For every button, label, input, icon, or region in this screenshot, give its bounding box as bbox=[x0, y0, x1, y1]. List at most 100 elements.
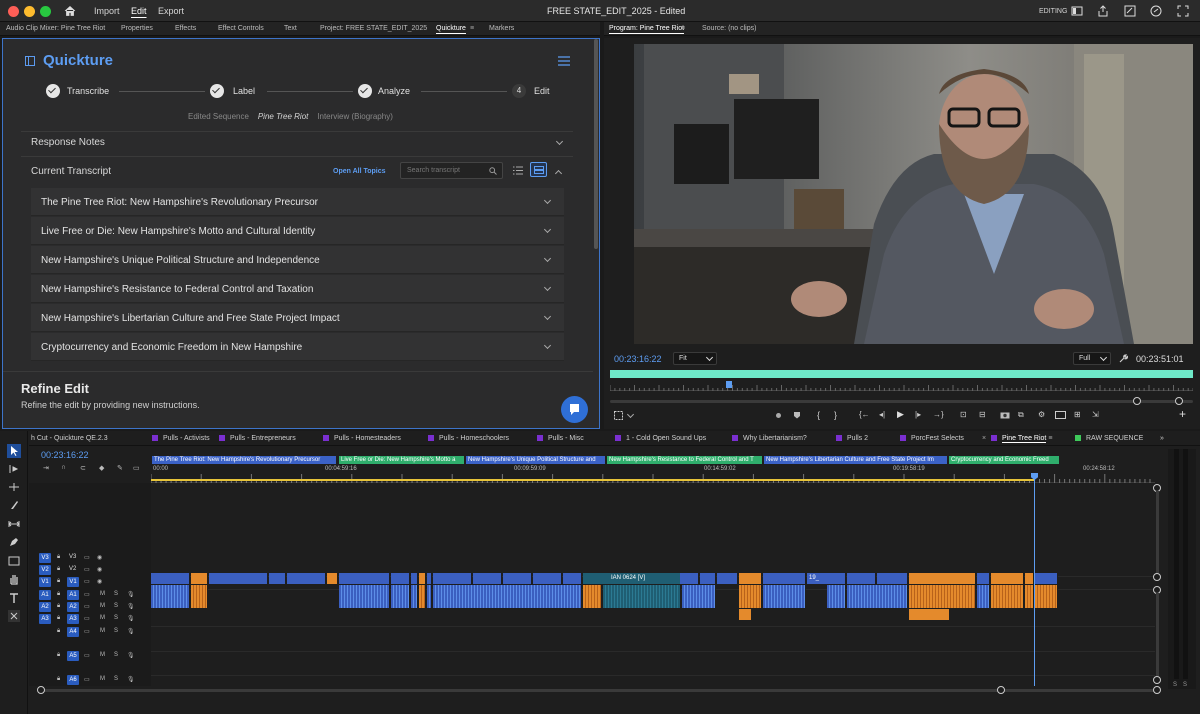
close-tab-icon[interactable]: × bbox=[982, 435, 986, 442]
audio-clip[interactable] bbox=[739, 585, 762, 608]
tab-menu-icon[interactable]: ≡ bbox=[470, 25, 474, 32]
pen-tool-icon[interactable] bbox=[7, 535, 21, 549]
sequence-marker[interactable]: Live Free or Die: New Hampshire's Motto … bbox=[339, 456, 464, 464]
video-clip[interactable] bbox=[977, 573, 990, 584]
lock-icon[interactable]: 🔒︎ bbox=[57, 628, 60, 635]
video-clip[interactable] bbox=[269, 573, 286, 584]
tab-audio-clip-mixer[interactable]: Audio Clip Mixer: Pine Tree Riot bbox=[6, 25, 105, 32]
audio-clip[interactable] bbox=[1025, 585, 1034, 608]
home-icon[interactable] bbox=[64, 5, 76, 17]
video-clip[interactable] bbox=[287, 573, 326, 584]
seq-tab[interactable]: Pulls - Homeschoolers bbox=[428, 435, 509, 442]
in-out-range-bar[interactable] bbox=[610, 370, 1193, 378]
tab-properties[interactable]: Properties bbox=[121, 25, 153, 32]
topic-row[interactable]: The Pine Tree Riot: New Hampshire's Revo… bbox=[31, 188, 564, 216]
track-name-a2[interactable]: A2 bbox=[67, 602, 79, 612]
sync-lock-icon[interactable]: ▭ bbox=[84, 566, 90, 573]
video-clip[interactable] bbox=[847, 573, 876, 584]
audio-clip[interactable] bbox=[433, 585, 582, 608]
video-clip[interactable] bbox=[680, 573, 699, 584]
sync-lock-icon[interactable]: ▭ bbox=[84, 578, 90, 585]
video-clip[interactable] bbox=[503, 573, 532, 584]
video-clip[interactable] bbox=[1025, 573, 1034, 584]
more-tabs-icon[interactable]: » bbox=[1160, 435, 1164, 442]
seq-tab[interactable]: RAW SEQUENCE bbox=[1075, 435, 1143, 442]
mark-out-icon[interactable]: } bbox=[834, 410, 837, 420]
mark-in-icon[interactable]: { bbox=[817, 410, 820, 420]
topic-row[interactable]: New Hampshire's Unique Political Structu… bbox=[31, 246, 564, 274]
seq-tab[interactable]: Pulls - Homesteaders bbox=[323, 435, 401, 442]
sync-lock-icon[interactable]: ▭ bbox=[84, 591, 90, 598]
lock-icon[interactable]: 🔒︎ bbox=[57, 652, 60, 659]
source-patch-a3[interactable]: A3 bbox=[39, 614, 51, 624]
video-clip[interactable] bbox=[391, 573, 410, 584]
audio-clip[interactable] bbox=[339, 585, 390, 608]
hscroll-handle-right[interactable] bbox=[997, 686, 1005, 694]
seq-tab[interactable]: Pulls - Misc bbox=[537, 435, 584, 442]
video-clip[interactable] bbox=[473, 573, 502, 584]
audio-clip[interactable] bbox=[827, 585, 846, 608]
seq-tab[interactable]: 1 - Cold Open Sound Ups bbox=[615, 435, 706, 442]
video-clip[interactable] bbox=[209, 573, 268, 584]
lock-icon[interactable]: 🔒︎ bbox=[57, 554, 60, 561]
chevron-down-icon[interactable] bbox=[626, 410, 635, 419]
video-clip[interactable] bbox=[191, 573, 208, 584]
camera-icon[interactable] bbox=[1000, 411, 1010, 419]
card-view-button[interactable] bbox=[530, 162, 547, 177]
program-tab-menu-icon[interactable]: ≡ bbox=[681, 25, 685, 32]
lock-icon[interactable]: 🔒︎ bbox=[57, 615, 60, 622]
tab-menu-icon[interactable]: ≡ bbox=[1048, 435, 1052, 442]
video-clip[interactable] bbox=[427, 573, 432, 584]
open-all-topics-button[interactable]: Open All Topics bbox=[333, 168, 386, 175]
settings-grid-icon[interactable] bbox=[614, 411, 623, 420]
video-frame[interactable] bbox=[634, 44, 1193, 344]
list-view-icon[interactable] bbox=[513, 166, 523, 175]
solo-button[interactable]: S bbox=[114, 591, 118, 597]
seq-tab[interactable]: Pulls - Activists bbox=[152, 435, 210, 442]
audio-clip[interactable] bbox=[603, 585, 681, 608]
tab-quickture[interactable]: Quickture bbox=[436, 25, 466, 34]
close-window-button[interactable] bbox=[8, 6, 19, 17]
audio-clip[interactable] bbox=[909, 585, 976, 608]
track-name-a6[interactable]: A6 bbox=[67, 675, 79, 685]
source-patch-v1[interactable]: V1 bbox=[39, 577, 51, 587]
minimize-window-button[interactable] bbox=[24, 6, 35, 17]
video-clip[interactable]: IAN 0624 [V] bbox=[583, 573, 680, 584]
solo-left-button[interactable]: S bbox=[1173, 682, 1177, 688]
track-name-a1[interactable]: A1 bbox=[67, 590, 79, 600]
solo-button[interactable]: S bbox=[114, 628, 118, 634]
video-clip[interactable] bbox=[419, 573, 426, 584]
audio-clip[interactable] bbox=[583, 585, 602, 608]
panel-layout-icon[interactable] bbox=[1071, 5, 1083, 17]
video-clip[interactable] bbox=[433, 573, 472, 584]
video-clip[interactable] bbox=[991, 573, 1024, 584]
video-clip[interactable] bbox=[763, 573, 806, 584]
video-vscroll[interactable] bbox=[1156, 491, 1159, 573]
sync-lock-icon[interactable]: ▭ bbox=[84, 603, 90, 610]
sync-lock-icon[interactable]: ▭ bbox=[84, 652, 90, 659]
audio-clip[interactable] bbox=[419, 585, 426, 608]
audio-clip[interactable] bbox=[391, 585, 410, 608]
mini-ruler[interactable] bbox=[609, 383, 1194, 391]
sequence-marker[interactable]: New Hampshire's Resistance to Federal Co… bbox=[607, 456, 762, 464]
go-to-out-icon[interactable]: →} bbox=[933, 410, 944, 419]
mute-button[interactable]: M bbox=[100, 628, 105, 634]
video-clip[interactable]: 19_ bbox=[807, 573, 827, 584]
audio-track-clips[interactable] bbox=[151, 585, 1058, 608]
tab-program-monitor[interactable]: Program: Pine Tree Riot bbox=[609, 25, 685, 34]
sync-lock-icon[interactable]: ▭ bbox=[84, 628, 90, 635]
add-button-icon[interactable]: + bbox=[1179, 407, 1186, 421]
track-name-a4[interactable]: A4 bbox=[67, 627, 79, 637]
audio-clip[interactable] bbox=[935, 609, 947, 620]
seq-tab[interactable]: PorcFest Selects bbox=[900, 435, 964, 442]
play-icon[interactable]: ▶ bbox=[897, 409, 904, 420]
audio-clip[interactable] bbox=[847, 585, 908, 608]
audio-clip[interactable] bbox=[682, 585, 716, 608]
microphone-icon[interactable]: 🎙︎ bbox=[127, 591, 135, 598]
topic-row[interactable]: New Hampshire's Resistance to Federal Co… bbox=[31, 275, 564, 303]
menu-import[interactable]: Import bbox=[94, 6, 120, 16]
seq-tab[interactable]: Pulls 2 bbox=[836, 435, 868, 442]
video-clip[interactable] bbox=[877, 573, 908, 584]
lock-icon[interactable]: 🔒︎ bbox=[57, 603, 60, 610]
video-clip[interactable] bbox=[411, 573, 418, 584]
